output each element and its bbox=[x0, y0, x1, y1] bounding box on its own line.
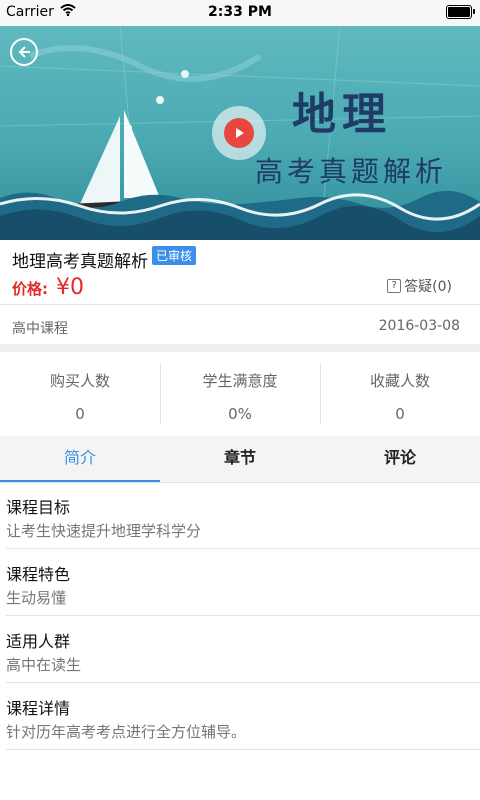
detail-text: 高中在读生 bbox=[6, 656, 82, 674]
course-banner: 地理 高考真题解析 bbox=[0, 26, 480, 240]
course-title-row: 地理高考真题解析 已审核 bbox=[12, 246, 197, 272]
stat-value: 0 bbox=[75, 405, 85, 423]
course-title: 地理高考真题解析 bbox=[12, 252, 148, 272]
tab-intro[interactable]: 简介 bbox=[0, 436, 160, 482]
tab-comments[interactable]: 评论 bbox=[320, 436, 480, 482]
price-row: 价格: ¥0 bbox=[12, 275, 84, 300]
detail-features: 课程特色 生动易懂 bbox=[6, 549, 480, 616]
stat-label: 购买人数 bbox=[49, 372, 110, 390]
status-right bbox=[446, 5, 475, 19]
stat-value: 0 bbox=[395, 405, 405, 423]
detail-heading: 课程详情 bbox=[6, 699, 71, 718]
stat-satisfaction: 学生满意度 0% bbox=[160, 352, 320, 436]
tab-chapters[interactable]: 章节 bbox=[160, 436, 320, 482]
stat-label: 收藏人数 bbox=[369, 372, 430, 390]
question-icon: ? bbox=[387, 279, 402, 293]
price-value: ¥0 bbox=[56, 275, 84, 300]
course-details: 课程目标 让考生快速提升地理学科学分 课程特色 生动易懂 适用人群 高中在读生 … bbox=[0, 482, 480, 750]
price-label: 价格: bbox=[12, 280, 48, 298]
battery-icon bbox=[446, 5, 475, 19]
play-icon bbox=[224, 118, 254, 148]
detail-goal: 课程目标 让考生快速提升地理学科学分 bbox=[6, 482, 480, 549]
banner-subtitle: 高考真题解析 bbox=[255, 155, 448, 188]
detail-heading: 课程目标 bbox=[6, 498, 71, 517]
stat-label: 学生满意度 bbox=[202, 372, 278, 390]
qa-label: 答疑(0) bbox=[404, 279, 452, 295]
stat-favorites: 收藏人数 0 bbox=[320, 352, 480, 436]
section-gap bbox=[0, 344, 480, 352]
divider bbox=[0, 304, 480, 305]
detail-text: 让考生快速提升地理学科学分 bbox=[6, 522, 202, 540]
status-time: 2:33 PM bbox=[208, 4, 272, 20]
tab-bar: 简介 章节 评论 bbox=[0, 436, 480, 483]
stats-panel: 购买人数 0 学生满意度 0% 收藏人数 0 bbox=[0, 352, 480, 436]
course-category: 高中课程 bbox=[12, 321, 68, 337]
detail-description: 课程详情 针对历年高考考点进行全方位辅导。 bbox=[6, 683, 480, 750]
qa-button[interactable]: ? 答疑(0) bbox=[387, 276, 452, 296]
category-row: 高中课程 2016-03-08 bbox=[0, 306, 480, 346]
detail-audience: 适用人群 高中在读生 bbox=[6, 616, 480, 683]
detail-heading: 课程特色 bbox=[6, 565, 71, 584]
back-button[interactable] bbox=[10, 38, 38, 66]
play-button[interactable] bbox=[212, 106, 266, 160]
course-date: 2016-03-08 bbox=[378, 318, 460, 334]
back-arrow-icon bbox=[18, 46, 30, 58]
detail-text: 生动易懂 bbox=[6, 589, 67, 607]
stat-buyers: 购买人数 0 bbox=[0, 352, 160, 436]
stat-value: 0% bbox=[228, 405, 252, 423]
status-bar: Carrier 2:33 PM bbox=[0, 0, 480, 26]
detail-text: 针对历年高考考点进行全方位辅导。 bbox=[6, 723, 247, 741]
detail-heading: 适用人群 bbox=[6, 632, 71, 651]
banner-title: 地理 bbox=[292, 89, 392, 140]
status-badge: 已审核 bbox=[152, 246, 197, 265]
